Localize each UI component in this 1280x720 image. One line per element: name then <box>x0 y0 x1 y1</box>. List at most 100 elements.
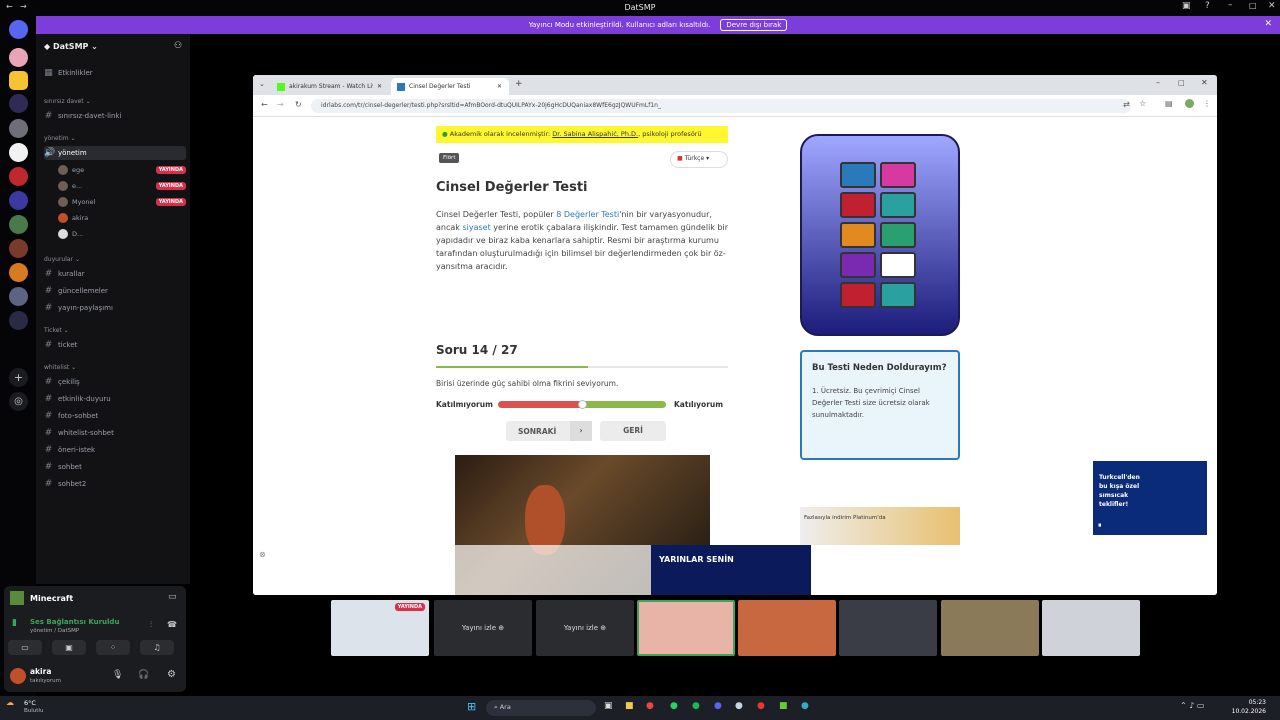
voice-user[interactable]: akira <box>58 212 186 224</box>
category-announcements[interactable]: duyurular ⌄ <box>44 256 80 263</box>
server-icon[interactable] <box>9 119 28 138</box>
side-ad[interactable]: Fazlasıyla indirim Platinum'da <box>800 507 960 545</box>
server-icon[interactable] <box>9 48 28 67</box>
reload-icon[interactable]: ↻ <box>295 100 302 109</box>
politics-link[interactable]: siyaset <box>462 223 490 232</box>
banner-ad[interactable]: YARINLAR SENİN <box>651 545 811 595</box>
discover-icon[interactable]: ◎ <box>9 392 28 411</box>
menu-icon[interactable]: ⋮ <box>1203 99 1211 108</box>
soundboard-button[interactable]: ♫ <box>140 640 174 655</box>
channel-invite-link[interactable]: # sınırsız-davet-linki <box>44 109 186 123</box>
new-tab-icon[interactable]: + <box>515 79 523 89</box>
invite-icon[interactable]: ⚇ <box>174 41 182 51</box>
channel-whitelist-chat[interactable]: # whitelist-sohbet <box>44 426 186 440</box>
channel-rules[interactable]: # kurallar <box>44 267 186 281</box>
minimize-icon[interactable]: – <box>1156 78 1160 87</box>
close-tab-icon[interactable]: ✕ <box>377 83 382 90</box>
slider-handle[interactable] <box>578 400 587 409</box>
server-icon[interactable] <box>9 167 28 186</box>
tab-idrlabs[interactable]: Cinsel Değerler Testi ✕ <box>391 78 509 95</box>
events-item[interactable]: ▦ Etkinlikler <box>44 66 186 80</box>
discord-home-icon[interactable] <box>9 20 28 39</box>
voice-user[interactable]: Myonel YAYINDA <box>58 196 186 208</box>
forward-icon[interactable]: → <box>277 100 284 109</box>
file-explorer-icon[interactable]: ■ <box>625 701 634 711</box>
server-icon[interactable] <box>9 311 28 330</box>
close-tab-icon[interactable]: ✕ <box>497 83 502 90</box>
voice-channel-management[interactable]: 🔊 yönetim <box>44 146 186 160</box>
channel-giveaway[interactable]: # çekiliş <box>44 375 186 389</box>
close-ad-icon[interactable]: ⊗ <box>259 550 266 559</box>
next-button[interactable]: SONRAKİ › <box>506 421 592 441</box>
category-tag[interactable]: Flört <box>439 153 460 163</box>
voice-user[interactable]: e... YAYINDA <box>58 180 186 192</box>
tab-kick-stream[interactable]: akirakum Stream - Watch Live ✕ <box>271 78 389 95</box>
inbox-icon[interactable]: ▣ <box>1182 1 1191 11</box>
app-icon[interactable]: ● <box>757 701 765 711</box>
maximize-icon[interactable]: □ <box>1249 1 1257 10</box>
category-invite[interactable]: sınırsız davet ⌄ <box>44 98 91 105</box>
discord-icon[interactable]: ● <box>714 701 722 711</box>
participant-tile[interactable] <box>839 600 937 656</box>
windows-start-icon[interactable]: ⊞ <box>467 700 476 713</box>
participant-tile[interactable] <box>1042 600 1140 656</box>
whatsapp-icon[interactable]: ● <box>670 701 678 711</box>
close-icon[interactable]: ✕ <box>1201 78 1208 87</box>
edge-icon[interactable]: ● <box>801 701 809 711</box>
bookmark-star-icon[interactable]: ☆ <box>1139 99 1146 108</box>
category-management[interactable]: yönetim ⌄ <box>44 135 76 142</box>
user-avatar[interactable] <box>10 668 26 684</box>
channel-ticket[interactable]: # ticket <box>44 338 186 352</box>
watch-stream-tile[interactable]: Yayını izle ⊕ <box>536 600 634 656</box>
turkcell-ad[interactable]: Turkcell'den bu kışa özel sımsıcak tekli… <box>1093 461 1207 535</box>
back-button[interactable]: GERİ <box>600 421 666 441</box>
channel-photo[interactable]: # foto-sohbet <box>44 409 186 423</box>
pause-icon[interactable]: ⏸ <box>1098 521 1102 530</box>
forward-arrow-icon[interactable]: → <box>20 2 27 11</box>
channel-stream-share[interactable]: # yayın-paylaşımı <box>44 301 186 315</box>
channel-chat2[interactable]: # sohbet2 <box>44 477 186 491</box>
steam-icon[interactable]: ● <box>735 701 743 711</box>
disconnect-icon[interactable]: ☎ <box>167 620 177 629</box>
agreement-slider[interactable] <box>498 400 666 409</box>
participant-tile[interactable] <box>941 600 1039 656</box>
channel-chat[interactable]: # sohbet <box>44 460 186 474</box>
server-icon[interactable] <box>9 143 28 162</box>
chrome-icon[interactable]: ● <box>646 701 654 711</box>
spotify-icon[interactable]: ● <box>692 701 700 711</box>
back-arrow-icon[interactable]: ← <box>6 2 13 11</box>
server-icon[interactable] <box>9 191 28 210</box>
taskbar-search[interactable]: ⌕ Ara <box>486 700 596 716</box>
category-ticket[interactable]: Ticket ⌄ <box>44 327 69 334</box>
minimize-icon[interactable]: – <box>1228 0 1233 10</box>
url-field[interactable]: idrlabs.com/tr/cinsel-degerler/testi.php… <box>311 99 1131 113</box>
stream-thumbnail[interactable]: YAYINDA <box>331 600 429 656</box>
camera-button[interactable]: ▭ <box>8 640 42 655</box>
voice-user[interactable]: D... <box>58 228 186 240</box>
help-icon[interactable]: ? <box>1205 1 1210 11</box>
microphone-icon[interactable]: 🎙 <box>112 670 123 680</box>
system-tray-icons[interactable]: ⌃ ♪ ▭ <box>1180 701 1204 710</box>
minecraft-launcher-icon[interactable]: ■ <box>779 701 788 711</box>
channel-suggest[interactable]: # öneri-istek <box>44 443 186 457</box>
server-icon[interactable] <box>9 239 28 258</box>
profile-avatar[interactable] <box>1185 99 1194 108</box>
activity-icon[interactable]: ▭ <box>168 592 177 602</box>
category-whitelist[interactable]: whitelist ⌄ <box>44 364 76 371</box>
screen-share-button[interactable]: ▣ <box>52 640 86 655</box>
close-notice-icon[interactable]: ✕ <box>1264 19 1272 29</box>
tab-search-icon[interactable]: ⌄ <box>259 80 265 88</box>
task-view-icon[interactable]: ▣ <box>604 701 613 711</box>
participant-tile[interactable] <box>637 600 735 656</box>
maximize-icon[interactable]: □ <box>1178 79 1185 87</box>
settings-gear-icon[interactable]: ⚙ <box>167 669 176 680</box>
voice-user[interactable]: ege YAYINDA <box>58 164 186 176</box>
server-icon[interactable] <box>9 94 28 113</box>
back-icon[interactable]: ← <box>261 100 268 109</box>
server-icon[interactable] <box>9 287 28 306</box>
server-name[interactable]: ◆ DatSMP ⌄ <box>44 42 98 51</box>
reviewer-link[interactable]: Dr. Sabina Alispahić, Ph.D. <box>552 130 638 138</box>
channel-updates[interactable]: # güncellemeler <box>44 284 186 298</box>
translate-icon[interactable]: ⇄ <box>1123 100 1130 109</box>
participant-tile[interactable] <box>738 600 836 656</box>
